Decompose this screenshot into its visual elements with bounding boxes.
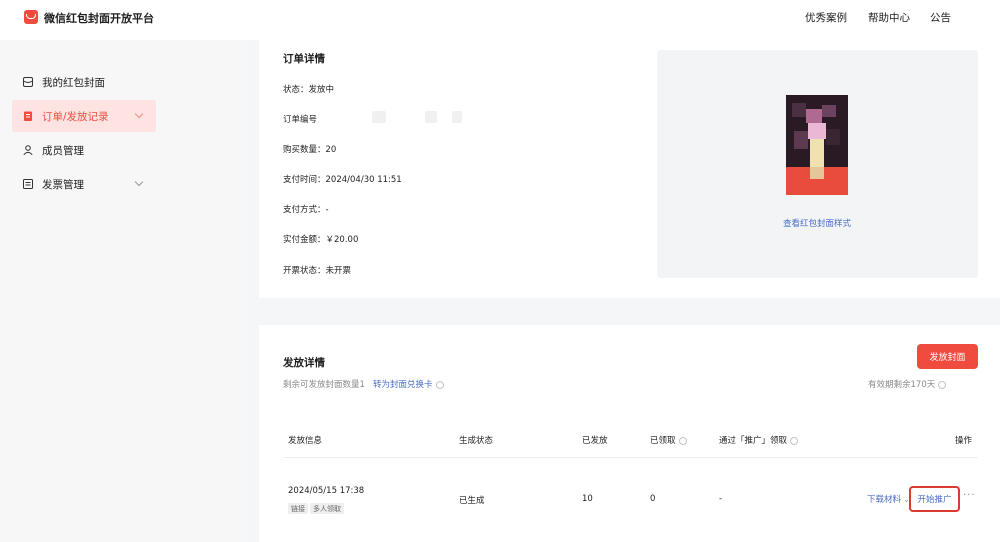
more-actions-icon[interactable]: ··· bbox=[963, 490, 976, 501]
column-header-status: 生成状态 bbox=[459, 436, 494, 446]
view-cover-style-link[interactable]: 查看红包封面样式 bbox=[783, 217, 851, 229]
distribution-details-title: 发放详情 bbox=[283, 357, 325, 369]
field-label: 支付方式： bbox=[283, 205, 326, 215]
sidebar-item-my-covers[interactable]: 我的红包封面 bbox=[12, 66, 156, 98]
field-value: 2024/04/30 11:51 bbox=[325, 175, 402, 185]
row-date: 2024/05/15 17:38 bbox=[288, 486, 365, 496]
redacted-mark bbox=[452, 111, 462, 123]
sidebar-item-orders[interactable]: 订单/发放记录 bbox=[12, 100, 156, 132]
distribution-details-panel bbox=[259, 325, 1000, 542]
order-details-title: 订单详情 bbox=[283, 53, 325, 65]
sidebar-item-label: 发票管理 bbox=[42, 178, 84, 191]
order-status-row: 状态：发放中 bbox=[283, 83, 334, 95]
table-divider bbox=[283, 457, 978, 458]
field-label: 支付时间： bbox=[283, 175, 326, 185]
redacted-mark bbox=[372, 111, 386, 123]
nav-announcement[interactable]: 公告 bbox=[930, 10, 951, 25]
invoice-status-row: 开票状态：未开票 bbox=[283, 264, 351, 276]
invoice-icon bbox=[22, 178, 34, 190]
redacted-mark bbox=[425, 111, 437, 123]
info-icon[interactable] bbox=[678, 436, 687, 445]
chevron-down-icon bbox=[134, 109, 144, 119]
column-header-info: 发放信息 bbox=[288, 436, 323, 446]
info-icon[interactable] bbox=[790, 436, 799, 445]
field-label: 实付金额： bbox=[283, 235, 326, 245]
nav-showcase[interactable]: 优秀案例 bbox=[805, 10, 847, 25]
row-promo-claimed: - bbox=[719, 494, 723, 504]
field-value: - bbox=[325, 205, 329, 215]
convert-to-card-link[interactable]: 转为封面兑换卡 bbox=[373, 378, 444, 390]
top-header: 微信红包封面开放平台 优秀案例 帮助中心 公告 bbox=[0, 0, 1000, 40]
column-header-claimed-label: 已领取 bbox=[650, 436, 676, 446]
sidebar-item-invoices[interactable]: 发票管理 bbox=[12, 168, 156, 200]
sidebar-item-label: 订单/发放记录 bbox=[42, 110, 109, 123]
purchase-quantity-row: 购买数量：20 bbox=[283, 143, 336, 155]
wechat-red-packet-logo-icon bbox=[24, 10, 38, 24]
tag-multi-claim: 多人领取 bbox=[310, 503, 344, 514]
order-icon bbox=[22, 110, 34, 122]
field-label: 开票状态： bbox=[283, 266, 326, 276]
remaining-covers-text: 剩余可发放封面数量1 bbox=[283, 380, 365, 390]
cover-icon bbox=[22, 76, 34, 88]
field-value: 20 bbox=[325, 145, 337, 155]
convert-to-card-label: 转为封面兑换卡 bbox=[373, 380, 433, 390]
field-value: 发放中 bbox=[308, 85, 335, 95]
field-label: 状态： bbox=[283, 85, 309, 95]
payment-method-row: 支付方式：- bbox=[283, 203, 329, 215]
start-promotion-button[interactable]: 开始推广 bbox=[909, 486, 960, 512]
order-number-row: 订单编号 bbox=[283, 113, 317, 125]
column-header-promo-claimed: 通过「推广」领取 bbox=[719, 434, 799, 446]
paid-amount-row: 实付金额：￥20.00 bbox=[283, 233, 358, 245]
column-header-claimed: 已领取 bbox=[650, 434, 687, 446]
issue-cover-button[interactable]: 发放封面 bbox=[917, 344, 978, 369]
payment-time-row: 支付时间：2024/04/30 11:51 bbox=[283, 173, 402, 185]
column-header-promo-label: 通过「推广」领取 bbox=[719, 436, 788, 446]
column-header-actions: 操作 bbox=[955, 436, 973, 446]
red-packet-cover-image[interactable] bbox=[786, 95, 848, 195]
download-materials-label: 下载材料 bbox=[867, 495, 902, 505]
tag-link: 链接 bbox=[288, 503, 308, 514]
sidebar-item-label: 我的红包封面 bbox=[42, 76, 105, 89]
sidebar-item-label: 成员管理 bbox=[42, 144, 84, 157]
row-issued: 10 bbox=[582, 494, 593, 504]
chevron-down-icon bbox=[134, 177, 144, 187]
column-header-issued: 已发放 bbox=[582, 436, 608, 446]
platform-title[interactable]: 微信红包封面开放平台 bbox=[44, 10, 154, 26]
row-claimed: 0 bbox=[650, 494, 656, 504]
field-value: 未开票 bbox=[325, 266, 352, 276]
info-icon[interactable] bbox=[938, 380, 947, 389]
field-value: ￥20.00 bbox=[325, 235, 359, 245]
field-label: 购买数量： bbox=[283, 145, 326, 155]
validity-label: 有效期剩余170天 bbox=[868, 380, 936, 390]
validity-remaining-text: 有效期剩余170天 bbox=[868, 378, 947, 390]
member-icon bbox=[22, 144, 34, 156]
nav-help-center[interactable]: 帮助中心 bbox=[868, 10, 910, 25]
info-icon[interactable] bbox=[435, 380, 444, 389]
sidebar-item-members[interactable]: 成员管理 bbox=[12, 134, 156, 166]
field-label: 订单编号 bbox=[283, 115, 318, 125]
download-materials-link[interactable]: 下载材料 ⌄ bbox=[867, 493, 910, 505]
row-status: 已生成 bbox=[459, 496, 485, 506]
